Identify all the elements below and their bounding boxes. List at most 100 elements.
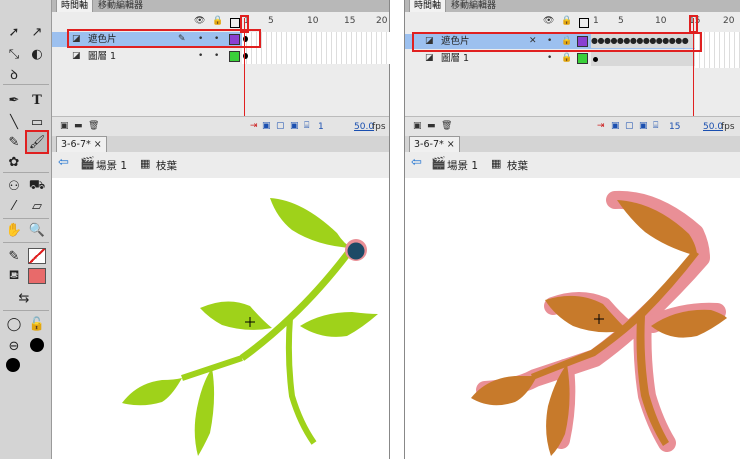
outline-icon[interactable] xyxy=(230,18,240,28)
pen-tool-icon[interactable]: ✒ xyxy=(4,90,24,110)
divider xyxy=(3,310,49,311)
layer-name: 圖層 1 xyxy=(441,53,470,64)
hand-tool-icon[interactable]: ✋ xyxy=(4,220,24,240)
onion-outline-icon[interactable]: ▢ xyxy=(276,121,285,131)
playhead[interactable] xyxy=(693,18,694,116)
subselection-tool-icon[interactable]: ↗ xyxy=(27,22,47,42)
left-workspace: 時間軸 移動編輯器 👁 🔒 1 5 10 15 20 ◪ 遮色片 ✎ • • ◪… xyxy=(52,0,390,459)
bud xyxy=(347,242,365,260)
current-frame[interactable]: 1 xyxy=(318,122,324,132)
stage[interactable] xyxy=(52,178,389,459)
delete-layer-icon[interactable]: 🗑 xyxy=(441,121,452,131)
current-frame[interactable]: 15 xyxy=(669,122,680,132)
keyframe[interactable] xyxy=(593,57,598,62)
3d-rotation-tool-icon[interactable]: ◐ xyxy=(27,44,47,64)
document-tab[interactable]: 3-6-7* × xyxy=(409,136,460,153)
eraser-tool-icon[interactable]: ▱ xyxy=(27,196,47,216)
document-tab[interactable]: 3-6-7* × xyxy=(56,136,107,153)
tab-timeline[interactable]: 時間軸 xyxy=(409,0,447,12)
leaf xyxy=(122,378,182,406)
ruler-label: 20 xyxy=(723,16,735,26)
paint-bucket-tool-icon[interactable]: ⛟ xyxy=(27,176,47,196)
breadcrumb: ⇦ 🎬 場景 1 ▦ 枝葉 xyxy=(405,152,740,179)
zoom-tool-icon[interactable]: 🔍 xyxy=(27,220,47,240)
visibility-dot[interactable]: • xyxy=(547,51,552,66)
new-layer-icon[interactable]: ▣ xyxy=(413,121,422,131)
divider xyxy=(3,218,49,219)
eye-icon[interactable]: 👁 xyxy=(543,16,554,26)
deco-tool-icon[interactable]: ✿ xyxy=(4,152,24,172)
delete-layer-icon[interactable]: 🗑 xyxy=(88,121,99,131)
center-frame-icon[interactable]: ⇥ xyxy=(597,121,605,131)
tab-motion-editor[interactable]: 移動編輯器 xyxy=(447,0,500,12)
back-arrow-icon[interactable]: ⇦ xyxy=(58,155,69,170)
line-tool-icon[interactable]: ╲ xyxy=(4,112,24,132)
divider xyxy=(3,242,49,243)
swap-colors-icon[interactable]: ⇆ xyxy=(14,288,34,308)
object-drawing-icon[interactable]: ◯ xyxy=(4,314,24,334)
onion-skin-icon[interactable]: ▣ xyxy=(611,121,620,131)
playhead[interactable] xyxy=(244,18,245,116)
lock-icon[interactable]: 🔒 xyxy=(212,16,223,26)
breadcrumb-symbol[interactable]: 枝葉 xyxy=(507,158,528,173)
modify-markers-icon[interactable]: ⌸ xyxy=(653,121,658,131)
stem xyxy=(239,245,355,361)
stage[interactable] xyxy=(405,178,740,459)
frame-grid[interactable] xyxy=(242,32,390,64)
stroke-color-swatch[interactable] xyxy=(28,248,46,264)
pencil-tool-icon[interactable]: ✎ xyxy=(4,132,24,152)
lock-icon[interactable]: 🔒 xyxy=(561,16,572,26)
onion-outline-icon[interactable]: ▢ xyxy=(625,121,634,131)
leaf xyxy=(194,368,215,456)
new-layer-icon[interactable]: ▣ xyxy=(60,121,69,131)
selection-tool-icon[interactable]: ➚ xyxy=(4,22,24,42)
brush-tool-icon[interactable]: 🖌 xyxy=(25,130,49,154)
stem xyxy=(285,317,317,445)
eyedropper-tool-icon[interactable]: ⁄ xyxy=(4,196,24,216)
new-folder-icon[interactable]: ▬ xyxy=(427,121,436,131)
layer-name: 圖層 1 xyxy=(88,51,117,62)
tab-timeline[interactable]: 時間軸 xyxy=(56,0,94,12)
rectangle-tool-icon[interactable]: ▭ xyxy=(27,112,47,132)
stroke-color-icon[interactable]: ✎ xyxy=(4,246,24,266)
fill-color-icon[interactable]: ⛾ xyxy=(4,266,24,286)
center-frame-icon[interactable]: ⇥ xyxy=(250,121,258,131)
lasso-tool-icon[interactable]: ꝺ xyxy=(4,64,24,84)
tools-panel: ➚ ↗ ⤡ ◐ ꝺ ✒ T ╲ ▭ ✎ 🖌 ✿ ⚇ ⛟ ⁄ ▱ ✋ 🔍 ✎ ⛾ … xyxy=(0,0,52,459)
tab-motion-editor[interactable]: 移動編輯器 xyxy=(94,0,147,12)
new-folder-icon[interactable]: ▬ xyxy=(74,121,83,131)
brush-size-icon[interactable] xyxy=(30,338,44,352)
breadcrumb-symbol[interactable]: 枝葉 xyxy=(156,158,177,173)
leaf xyxy=(300,312,378,337)
ruler-label: 20 xyxy=(376,16,388,26)
lock-fill-icon[interactable]: 🔓 xyxy=(27,314,47,334)
edit-multiple-icon[interactable]: ▣ xyxy=(290,121,299,131)
layer-color-box[interactable] xyxy=(577,53,588,64)
divider xyxy=(3,172,49,173)
breadcrumb-scene[interactable]: 場景 1 xyxy=(447,158,478,173)
outline-icon[interactable] xyxy=(579,18,589,28)
onion-skin-icon[interactable]: ▣ xyxy=(262,121,271,131)
lock-icon[interactable]: 🔒 xyxy=(561,51,572,66)
brush-mode-icon[interactable]: ⊖ xyxy=(4,336,24,356)
layer1-frame-span[interactable] xyxy=(591,52,695,66)
modify-markers-icon[interactable]: ⌸ xyxy=(304,121,309,131)
fill-color-swatch[interactable] xyxy=(28,268,46,284)
frame-rate-unit: fps xyxy=(372,122,386,132)
edit-multiple-icon[interactable]: ▣ xyxy=(639,121,648,131)
text-tool-icon[interactable]: T xyxy=(27,90,47,110)
breadcrumb-scene[interactable]: 場景 1 xyxy=(96,158,127,173)
close-icon[interactable]: × xyxy=(447,139,455,150)
ruler-label: 10 xyxy=(307,16,319,26)
close-icon[interactable]: × xyxy=(94,139,102,150)
eye-icon[interactable]: 👁 xyxy=(194,16,205,26)
bone-tool-icon[interactable]: ⚇ xyxy=(4,176,24,196)
ruler-label: 10 xyxy=(655,16,667,26)
layer-color-box[interactable] xyxy=(229,51,240,62)
breadcrumb: ⇦ 🎬 場景 1 ▦ 枝葉 xyxy=(52,152,389,179)
back-arrow-icon[interactable]: ⇦ xyxy=(411,155,422,170)
free-transform-tool-icon[interactable]: ⤡ xyxy=(4,44,24,64)
lock-dot[interactable]: • xyxy=(214,49,219,64)
visibility-dot[interactable]: • xyxy=(198,49,203,64)
brush-shape-icon[interactable] xyxy=(6,358,20,372)
